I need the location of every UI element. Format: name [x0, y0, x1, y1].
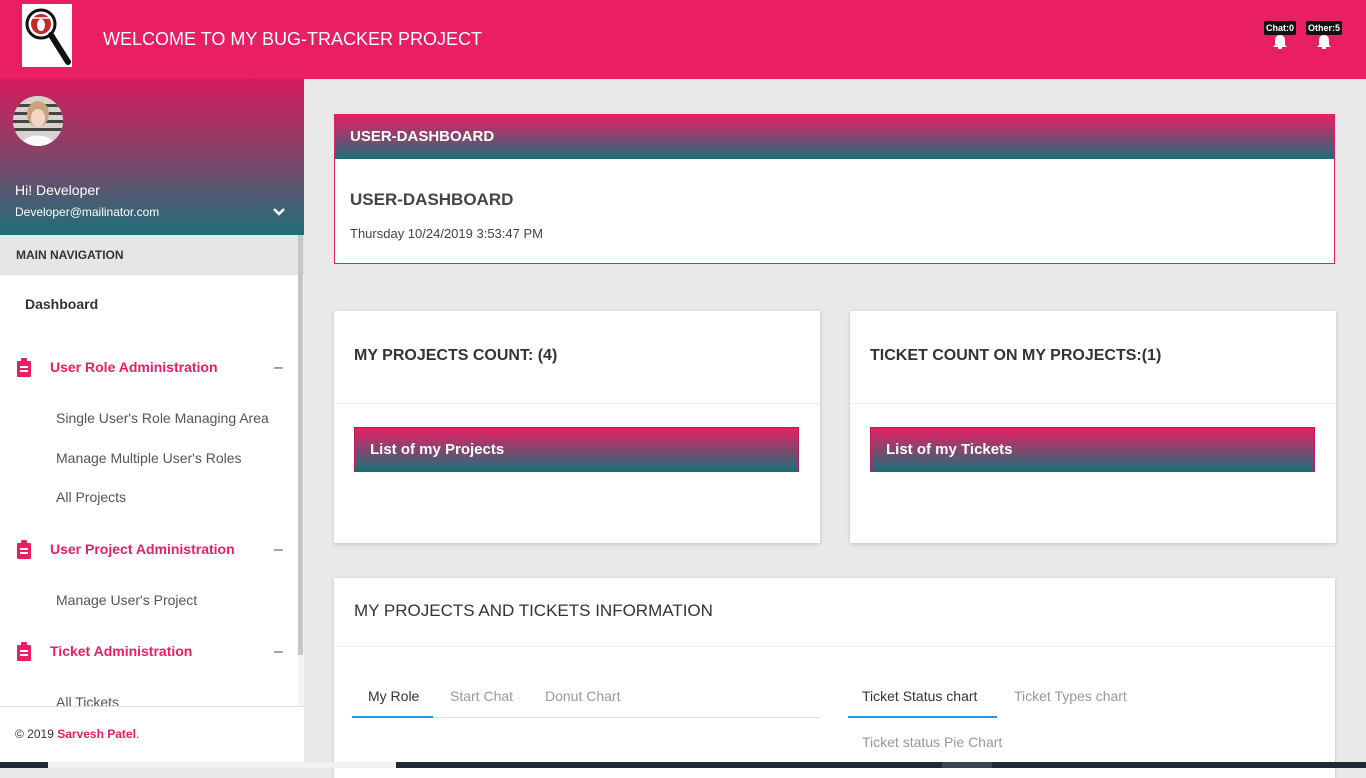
top-header: WELCOME TO MY BUG-TRACKER PROJECT Chat:0…	[0, 0, 1366, 79]
tab-ticket-types-chart[interactable]: Ticket Types chart	[1014, 688, 1127, 704]
dashboard-card-header: USER-DASHBOARD	[335, 115, 1334, 159]
tab-donut-chart[interactable]: Donut Chart	[545, 688, 620, 704]
sidebar-scrollbar[interactable]	[298, 235, 303, 655]
copyright: © 2019 Sarvesh Patel.	[15, 727, 139, 741]
divider	[850, 403, 1336, 404]
nav-list: Dashboard User Role Administration – Sin…	[0, 275, 298, 706]
clipboard-icon	[17, 358, 31, 377]
info-title: MY PROJECTS AND TICKETS INFORMATION	[354, 601, 713, 620]
chevron-down-icon[interactable]	[272, 207, 286, 217]
chat-badge: Chat:0	[1264, 21, 1297, 35]
active-tab-indicator	[352, 716, 433, 718]
clipboard-icon	[17, 540, 31, 559]
active-tab-indicator	[848, 716, 997, 718]
sidebar-item-all-projects[interactable]: All Projects	[56, 489, 126, 505]
list-projects-button[interactable]: List of my Projects	[354, 427, 799, 472]
avatar[interactable]	[13, 96, 63, 146]
sidebar-item-dashboard[interactable]: Dashboard	[25, 296, 98, 312]
sidebar-item-single-user-role[interactable]: Single User's Role Managing Area	[56, 410, 269, 426]
chat-notification[interactable]: Chat:0	[1264, 21, 1297, 49]
sidebar-footer: © 2019 Sarvesh Patel.	[0, 706, 304, 768]
taskbar-window[interactable]	[942, 762, 992, 768]
collapse-toggle[interactable]: –	[274, 541, 283, 559]
taskbar-window[interactable]	[48, 762, 396, 768]
sidebar-item-all-tickets[interactable]: All Tickets	[56, 694, 119, 706]
bell-icon	[1317, 35, 1331, 49]
list-tickets-button[interactable]: List of my Tickets	[870, 427, 1315, 472]
tickets-count-card: TICKET COUNT ON MY PROJECTS:(1) List of …	[850, 311, 1336, 543]
sidebar-group-ticket-admin[interactable]: Ticket Administration –	[0, 640, 298, 664]
collapse-toggle[interactable]: –	[274, 359, 283, 377]
collapse-toggle[interactable]: –	[274, 643, 283, 661]
tickets-count-title: TICKET COUNT ON MY PROJECTS:(1)	[870, 347, 1162, 364]
projects-count-title: MY PROJECTS COUNT: (4)	[354, 347, 558, 364]
projects-count-card: MY PROJECTS COUNT: (4) List of my Projec…	[334, 311, 820, 543]
dashboard-datetime: Thursday 10/24/2019 3:53:47 PM	[350, 226, 543, 241]
taskbar-strip	[0, 762, 1366, 768]
sidebar-group-user-project[interactable]: User Project Administration –	[0, 538, 298, 562]
sidebar-item-manage-user-project[interactable]: Manage User's Project	[56, 592, 197, 608]
sidebar-item-manage-multiple-roles[interactable]: Manage Multiple User's Roles	[56, 450, 242, 466]
sidebar-group-label: User Project Administration	[50, 541, 235, 557]
author-link[interactable]: Sarvesh Patel	[57, 727, 136, 741]
divider	[334, 646, 1335, 647]
other-badge: Other:5	[1306, 21, 1343, 35]
site-title: WELCOME TO MY BUG-TRACKER PROJECT	[103, 29, 483, 49]
tab-my-role[interactable]: My Role	[368, 688, 419, 704]
tab-ticket-status-chart[interactable]: Ticket Status chart	[862, 688, 977, 704]
bug-magnifier-logo[interactable]	[22, 4, 72, 67]
user-panel: Hi! Developer Developer@mailinator.com	[0, 79, 304, 235]
copyright-suffix: .	[135, 727, 140, 741]
sidebar: Hi! Developer Developer@mailinator.com M…	[0, 79, 304, 768]
tab-start-chat[interactable]: Start Chat	[450, 688, 513, 704]
projects-tickets-info-card: MY PROJECTS AND TICKETS INFORMATION My R…	[334, 578, 1335, 778]
other-notification[interactable]: Other:5	[1306, 21, 1343, 49]
dashboard-title: USER-DASHBOARD	[350, 190, 514, 209]
user-greeting: Hi! Developer	[15, 182, 100, 198]
dashboard-card: USER-DASHBOARD USER-DASHBOARD Thursday 1…	[334, 114, 1335, 264]
divider	[334, 403, 820, 404]
user-email: Developer@mailinator.com	[15, 205, 160, 219]
sidebar-group-user-role[interactable]: User Role Administration –	[0, 356, 298, 380]
sidebar-group-label: Ticket Administration	[50, 643, 193, 659]
ticket-status-pie-chart-label: Ticket status Pie Chart	[862, 734, 1003, 750]
bell-icon	[1273, 35, 1287, 49]
clipboard-icon	[17, 642, 31, 661]
copyright-prefix: © 2019	[15, 727, 58, 741]
nav-header: MAIN NAVIGATION	[0, 235, 304, 275]
sidebar-group-label: User Role Administration	[50, 359, 218, 375]
